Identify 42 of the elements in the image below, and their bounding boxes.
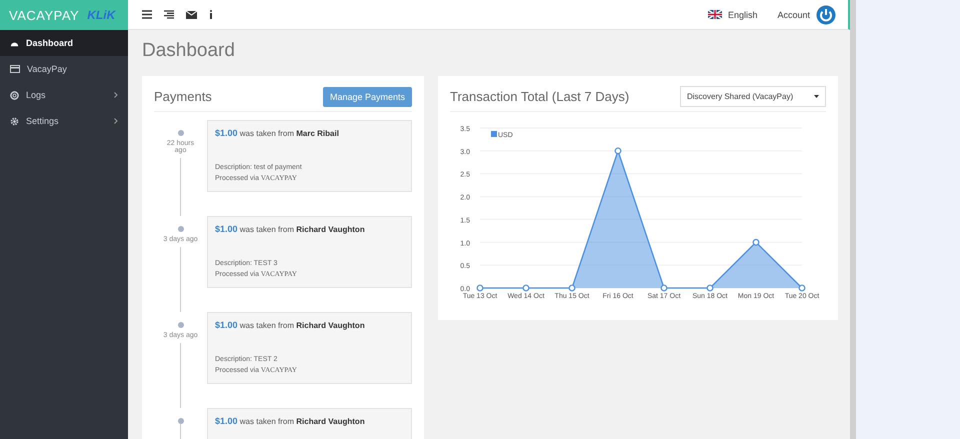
account-dropdown[interactable]: Discovery Shared (VacayPay) — [680, 86, 826, 107]
timeline-dot — [178, 322, 184, 328]
power-icon[interactable] — [816, 4, 836, 24]
panel-title: Payments — [154, 89, 212, 104]
envelope-icon[interactable] — [186, 10, 197, 18]
payment-summary: $1.00 was taken from Marc Ribail — [215, 128, 340, 138]
data-point — [522, 284, 530, 292]
panel-title: Transaction Total (Last 7 Days) — [450, 89, 630, 104]
account-link[interactable]: Account — [777, 10, 810, 20]
data-point — [614, 147, 622, 154]
legend-swatch — [491, 131, 497, 137]
data-point — [752, 238, 760, 246]
payment-summary: $1.00 was taken from Richard Vaughton — [215, 320, 366, 330]
timeline-dot — [178, 130, 184, 136]
payment-summary: $1.00 was taken from Richard Vaughton — [215, 416, 366, 426]
menu-icon[interactable] — [142, 10, 152, 19]
flag-icon — [708, 10, 722, 19]
lifebuoy-icon — [10, 90, 19, 100]
sidebar-item[interactable]: Logs — [0, 82, 128, 108]
partner-logo: KLiK — [87, 8, 116, 22]
chevron-icon — [114, 92, 118, 98]
data-point — [476, 284, 484, 292]
caret-icon — [814, 95, 819, 98]
sidebar-item[interactable]: Dashboard — [0, 30, 128, 56]
sidebar-item[interactable]: Settings — [0, 108, 128, 134]
data-point — [798, 284, 806, 292]
scrollbar[interactable] — [850, 0, 856, 439]
chevron-icon — [114, 118, 118, 124]
data-point — [660, 284, 668, 292]
align-icon[interactable] — [164, 10, 174, 19]
timeline-dot — [178, 418, 184, 424]
info-icon[interactable] — [209, 10, 213, 19]
card-icon — [10, 65, 20, 73]
timeline-dot — [178, 226, 184, 232]
sidebar-item[interactable]: VacayPay — [0, 56, 128, 82]
data-point — [706, 284, 714, 292]
data-point — [568, 284, 576, 292]
gear-icon — [10, 116, 19, 126]
page-title: Dashboard — [142, 40, 236, 62]
payment-summary: $1.00 was taken from Richard Vaughton — [215, 224, 366, 234]
brand-logo: VACAYPAY — [9, 8, 80, 22]
language-selector[interactable]: English — [728, 10, 758, 20]
